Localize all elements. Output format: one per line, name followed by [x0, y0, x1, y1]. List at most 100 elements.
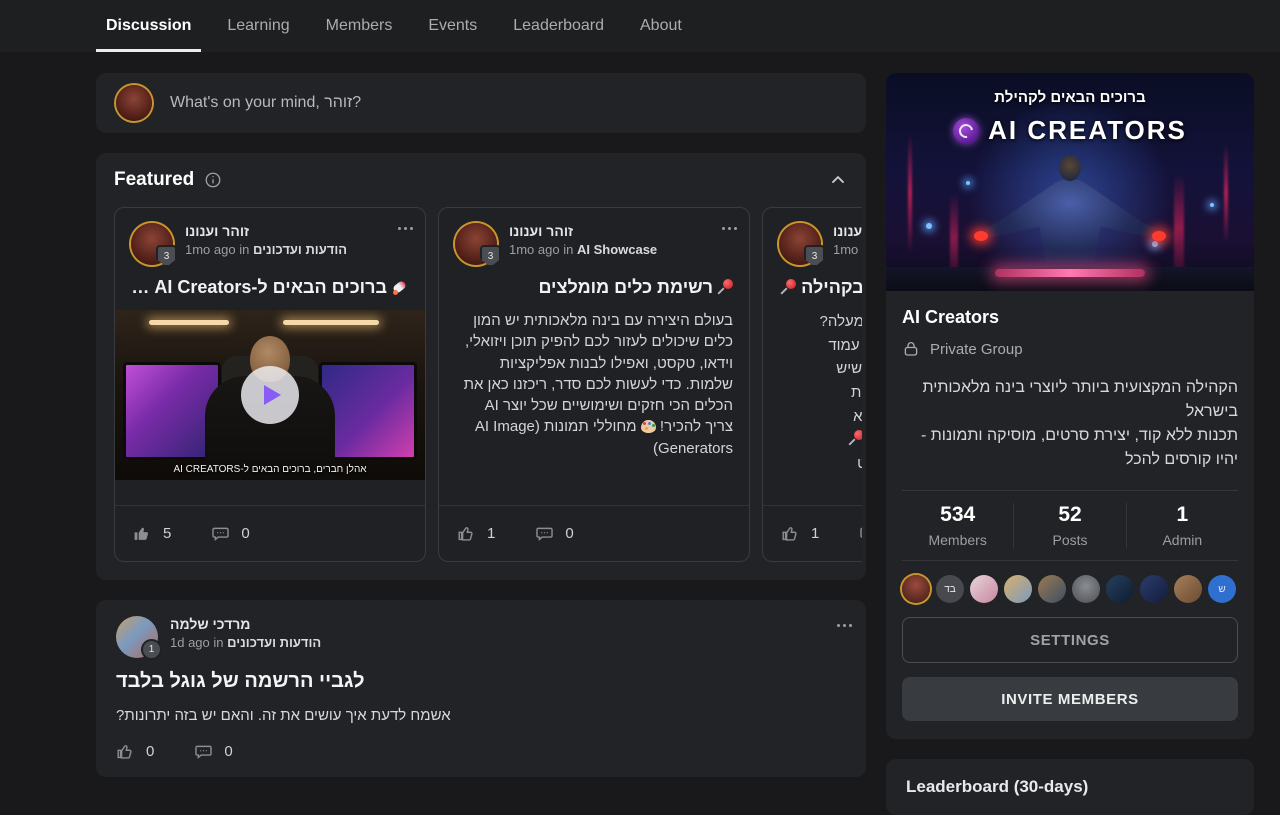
featured-title: Featured [114, 169, 194, 191]
settings-button[interactable]: SETTINGS [902, 617, 1238, 663]
member-avatars: בד ש [902, 575, 1238, 603]
group-cover-image: ברוכים הבאים לקהילת AI CREATORS [886, 73, 1254, 291]
tab-about[interactable]: About [630, 0, 692, 52]
glowing-keyboard [995, 269, 1145, 277]
stat-value: 52 [1014, 503, 1125, 527]
group-stats: 534 Members 52 Posts 1 Admin [902, 490, 1238, 561]
pin-emoji [781, 279, 796, 295]
composer-prompt[interactable]: What's on your mind, זוהר? [170, 94, 361, 112]
body-line: אפשר לנווט בקלות דרך התפריט [779, 452, 862, 476]
comment-button[interactable]: 0 [194, 742, 232, 761]
comment-icon [194, 742, 213, 761]
stat-members[interactable]: 534 Members [902, 503, 1013, 548]
description-line: תכנות ללא קוד, יצירת סרטים, מוסיקה ותמונ… [902, 424, 1238, 472]
comment-count: 0 [241, 525, 249, 542]
featured-carousel: 3 זוהר וענונו 1mo ago in הודעות ועדכונים… [114, 207, 862, 562]
tab-leaderboard[interactable]: Leaderboard [503, 0, 614, 52]
like-count: 1 [487, 525, 495, 542]
member-avatar[interactable]: בד [936, 575, 964, 603]
palette-emoji [641, 420, 656, 433]
studio-light [283, 320, 379, 325]
stat-label: Admin [1127, 532, 1238, 548]
member-avatar[interactable] [1038, 575, 1066, 603]
post-composer[interactable]: What's on your mind, זוהר? [96, 73, 866, 133]
member-avatar[interactable] [1072, 575, 1100, 603]
like-count: 0 [146, 743, 154, 760]
post-body: רגע לפני שמתחילים, סמנו למעלה? הדבר הראש… [763, 308, 862, 476]
rocket-emoji [392, 279, 409, 295]
member-avatar[interactable] [902, 575, 930, 603]
privacy-label: Private Group [930, 341, 1023, 358]
comment-icon [535, 524, 554, 543]
member-avatar[interactable] [970, 575, 998, 603]
page-content: What's on your mind, זוהר? Featured [0, 52, 1280, 815]
member-avatar[interactable] [1140, 575, 1168, 603]
comment-button[interactable]: 0 [211, 524, 249, 543]
level-badge: 1 [141, 639, 162, 660]
group-info-card: ברוכים הבאים לקהילת AI CREATORS AI Creat… [886, 73, 1254, 739]
stat-admins[interactable]: 1 Admin [1126, 503, 1238, 548]
post-category[interactable]: הודעות ועדכונים [227, 635, 321, 650]
stat-posts[interactable]: 52 Posts [1013, 503, 1125, 548]
info-icon[interactable] [204, 171, 222, 189]
like-count: 5 [163, 525, 171, 542]
video-thumbnail[interactable]: אהלן חברים, ברוכים הבאים ל-AI CREATORS [115, 310, 425, 480]
author-name[interactable]: זוהר וענונו [185, 223, 347, 239]
feed-post[interactable]: 1 מרדכי שלמה 1d ago in הודעות ועדכונים ל… [96, 600, 866, 777]
play-icon [264, 385, 281, 405]
in-label: in [213, 635, 223, 650]
collapse-chevron-up-icon[interactable] [828, 170, 848, 190]
tab-members[interactable]: Members [316, 0, 403, 52]
comment-icon [211, 524, 230, 543]
post-body: בעולם היצירה עם בינה מלאכותית יש המון כל… [439, 308, 749, 476]
body-line: בכל קטגוריה תוכלו לקבל תשובות [779, 381, 862, 405]
tab-learning[interactable]: Learning [217, 0, 299, 52]
post-time: 1mo ago [833, 242, 862, 257]
cover-welcome-text: ברוכים הבאים לקהילת [886, 89, 1254, 106]
tab-discussion[interactable]: Discussion [96, 0, 201, 52]
more-options-icon[interactable] [841, 620, 848, 631]
lock-icon [902, 340, 920, 358]
post-category[interactable]: AI Showcase [577, 242, 657, 257]
comment-button[interactable]: 0 [859, 524, 862, 543]
current-user-avatar[interactable] [116, 85, 152, 121]
featured-section: Featured 3 זוהר [96, 153, 866, 580]
featured-post-tools[interactable]: 3 זוהר וענונו 1mo ago in AI Showcase רשי… [438, 207, 750, 562]
community-nav-bar: Discussion Learning Members Events Leade… [0, 0, 1280, 52]
tab-events[interactable]: Events [418, 0, 487, 52]
more-options-icon[interactable] [726, 223, 733, 234]
member-avatar[interactable] [1106, 575, 1134, 603]
like-button[interactable]: 0 [116, 742, 154, 761]
member-avatar[interactable] [1004, 575, 1032, 603]
more-options-icon[interactable] [402, 223, 409, 234]
invite-members-button[interactable]: INVITE MEMBERS [902, 677, 1238, 721]
like-button[interactable]: 1 [457, 524, 495, 543]
post-title[interactable]: ברוכים הבאים ל-AI Creators - קהילת היוצר… [115, 265, 425, 308]
group-name: AI Creators [902, 307, 1238, 328]
thumbs-up-icon [133, 524, 152, 543]
author-name[interactable]: זוהר וענונו [833, 223, 862, 239]
body-line: רגע לפני שמתחילים, סמנו למעלה? [779, 310, 862, 334]
play-button[interactable] [241, 366, 299, 424]
comment-button[interactable]: 0 [535, 524, 573, 543]
member-avatar[interactable] [1174, 575, 1202, 603]
member-avatar[interactable]: ש [1208, 575, 1236, 603]
post-time: 1d ago [170, 635, 210, 650]
comment-count: 0 [565, 525, 573, 542]
post-title[interactable]: לגביי הרשמה של גוגל בלבד [116, 670, 846, 693]
post-title[interactable]: חשוב! כך מתנהלים נכון בקהילה [763, 265, 862, 308]
like-button[interactable]: 1 [781, 524, 819, 543]
post-category[interactable]: הודעות ועדכונים [253, 242, 347, 257]
author-name[interactable]: מרדכי שלמה [170, 616, 321, 632]
featured-post-welcome[interactable]: 3 זוהר וענונו 1mo ago in הודעות ועדכונים… [114, 207, 426, 562]
leaderboard-title: Leaderboard (30-days) [906, 777, 1234, 797]
like-button[interactable]: 5 [133, 524, 171, 543]
sidebar: ברוכים הבאים לקהילת AI CREATORS AI Creat… [886, 73, 1254, 815]
group-description: הקהילה המקצועית ביותר ליוצרי בינה מלאכות… [902, 376, 1238, 472]
author-name[interactable]: זוהר וענונו [509, 223, 657, 239]
body-line: כדי לא לפספס עדכונים ניתן [779, 428, 862, 452]
featured-post-community-guide[interactable]: 3 זוהר וענונו 1mo ago in הודעות ועדכונים… [762, 207, 862, 562]
post-title[interactable]: רשימת כלים מומלצים [439, 265, 749, 308]
pin-emoji [849, 430, 862, 446]
stat-value: 534 [902, 503, 1013, 527]
